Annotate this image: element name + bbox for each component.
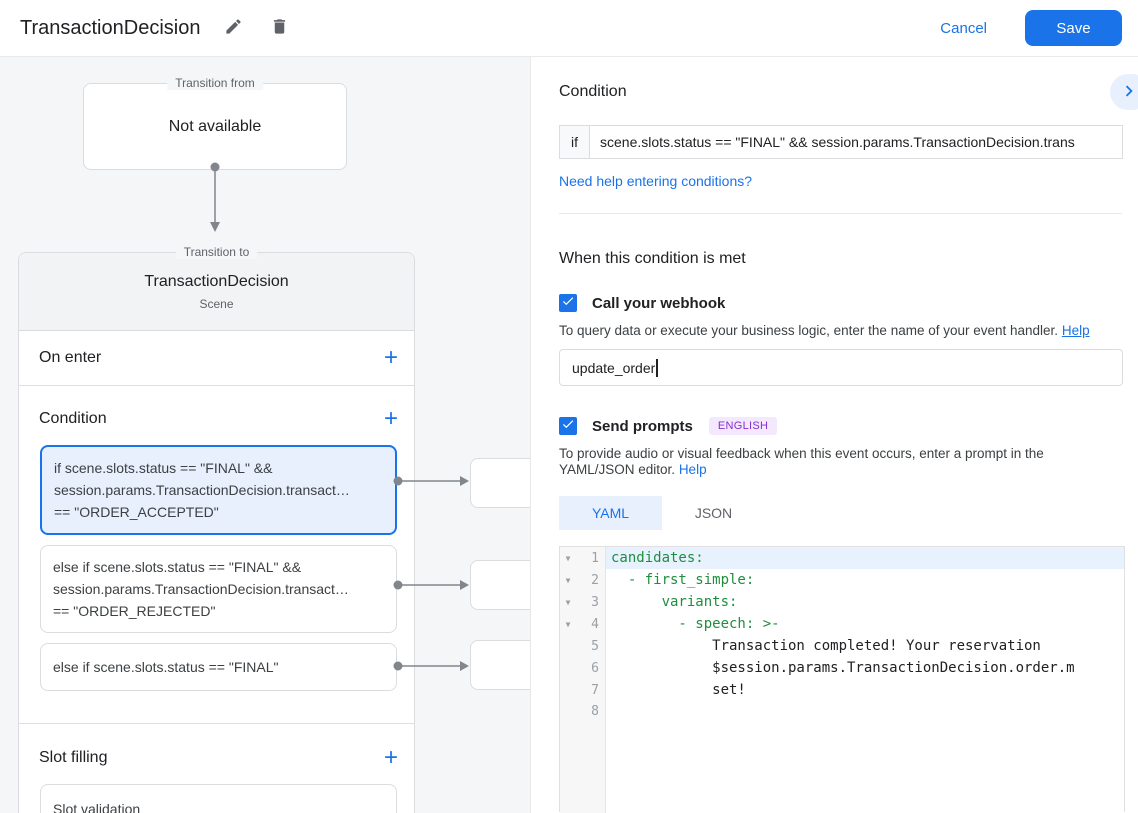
fold-toggle-icon[interactable]: ▼ xyxy=(560,576,576,585)
condition-help-link[interactable]: Need help entering conditions? xyxy=(559,173,752,189)
pencil-icon xyxy=(224,17,243,39)
when-met-heading: When this condition is met xyxy=(559,250,746,267)
condition-expression-input[interactable]: scene.slots.status == "FINAL" && session… xyxy=(590,126,1122,158)
prompts-description: To provide audio or visual feedback when… xyxy=(559,446,1044,477)
delete-scene-button[interactable] xyxy=(266,15,292,41)
fold-toggle-icon[interactable]: ▼ xyxy=(560,620,576,629)
slot-filling-section: Slot filling + Slot validation xyxy=(19,724,414,813)
editor-line: 7 set! xyxy=(560,679,1124,701)
scene-card-header: TransactionDecision Scene xyxy=(19,253,414,331)
save-button[interactable]: Save xyxy=(1025,10,1122,46)
condition-section: Condition + if scene.slots.status == "FI… xyxy=(19,386,414,724)
editor-line: ▼ 4 - speech: >- xyxy=(560,613,1124,635)
call-webhook-checkbox[interactable] xyxy=(559,294,577,312)
expand-panel-button[interactable] xyxy=(1110,74,1138,110)
fold-toggle-icon[interactable]: ▼ xyxy=(560,598,576,607)
language-badge: ENGLISH xyxy=(708,417,778,435)
scene-card-title: TransactionDecision xyxy=(144,273,289,290)
editor-line: ▼ 3 variants: xyxy=(560,591,1124,613)
yaml-editor[interactable]: ▼ 1 candidates: ▼ 2 - first_simple: ▼ 3 var… xyxy=(559,546,1125,813)
editor-line: 6 $session.params.TransactionDecision.or… xyxy=(560,657,1124,679)
tab-yaml[interactable]: YAML xyxy=(559,496,662,530)
condition-expression-field: if scene.slots.status == "FINAL" && sess… xyxy=(559,125,1123,159)
slot-validation-card[interactable]: Slot validation xyxy=(40,784,397,813)
transition-target-box-1[interactable] xyxy=(470,458,530,508)
transition-from-content: Not available xyxy=(168,117,262,135)
slot-filling-label: Slot filling xyxy=(39,749,108,766)
scene-card-subtitle: Scene xyxy=(199,297,234,311)
condition-card-accepted[interactable]: if scene.slots.status == "FINAL" && sess… xyxy=(40,445,397,535)
webhook-help-link[interactable]: Help xyxy=(1062,323,1090,338)
editor-line: ▼ 1 candidates: xyxy=(560,547,1124,569)
if-prefix: if xyxy=(560,126,590,158)
condition-label: Condition xyxy=(39,410,107,427)
editor-line: ▼ 2 - first_simple: xyxy=(560,569,1124,591)
webhook-handler-input[interactable]: update_order xyxy=(559,349,1123,386)
editor-tabs: YAML JSON xyxy=(559,496,1122,530)
check-icon xyxy=(561,417,575,436)
top-bar: TransactionDecision Cancel Save xyxy=(0,0,1138,57)
trash-icon xyxy=(270,17,289,39)
edit-scene-button[interactable] xyxy=(220,15,246,41)
transition-target-box-2[interactable] xyxy=(470,560,530,610)
condition-heading: Condition xyxy=(559,83,627,100)
tab-json[interactable]: JSON xyxy=(662,496,765,530)
text-cursor xyxy=(656,358,658,377)
call-webhook-label: Call your webhook xyxy=(592,294,726,312)
page-title: TransactionDecision xyxy=(20,16,201,39)
add-on-enter-button[interactable]: + xyxy=(384,346,398,370)
prompts-help-link[interactable]: Help xyxy=(679,462,707,477)
scene-card: Transition to TransactionDecision Scene … xyxy=(18,245,415,813)
webhook-description: To query data or execute your business l… xyxy=(559,323,1090,338)
chevron-right-icon xyxy=(1118,80,1138,105)
editor-line: 8 xyxy=(560,701,1124,813)
condition-card-rejected[interactable]: else if scene.slots.status == "FINAL" &&… xyxy=(40,545,397,633)
check-icon xyxy=(561,294,575,313)
send-prompts-label: Send prompts xyxy=(592,417,693,435)
cancel-button[interactable]: Cancel xyxy=(940,20,987,37)
transition-from-box[interactable]: Transition from Not available xyxy=(83,76,347,170)
on-enter-section: On enter + xyxy=(19,331,414,386)
fold-toggle-icon[interactable]: ▼ xyxy=(560,554,576,563)
editor-line: 5 Transaction completed! Your reservatio… xyxy=(560,635,1124,657)
webhook-handler-value: update_order xyxy=(572,359,656,376)
condition-card-final[interactable]: else if scene.slots.status == "FINAL" xyxy=(40,643,397,691)
transition-from-label: Transition from xyxy=(167,76,263,90)
add-condition-button[interactable]: + xyxy=(384,407,398,431)
condition-detail-panel: Condition if scene.slots.status == "FINA… xyxy=(530,57,1138,813)
on-enter-label: On enter xyxy=(39,349,102,366)
scene-graph-canvas: Transition from Not available Transition… xyxy=(0,57,530,813)
add-slot-button[interactable]: + xyxy=(384,746,398,770)
send-prompts-checkbox[interactable] xyxy=(559,417,577,435)
transition-to-label: Transition to xyxy=(175,245,258,259)
transition-target-box-3[interactable] xyxy=(470,640,530,690)
